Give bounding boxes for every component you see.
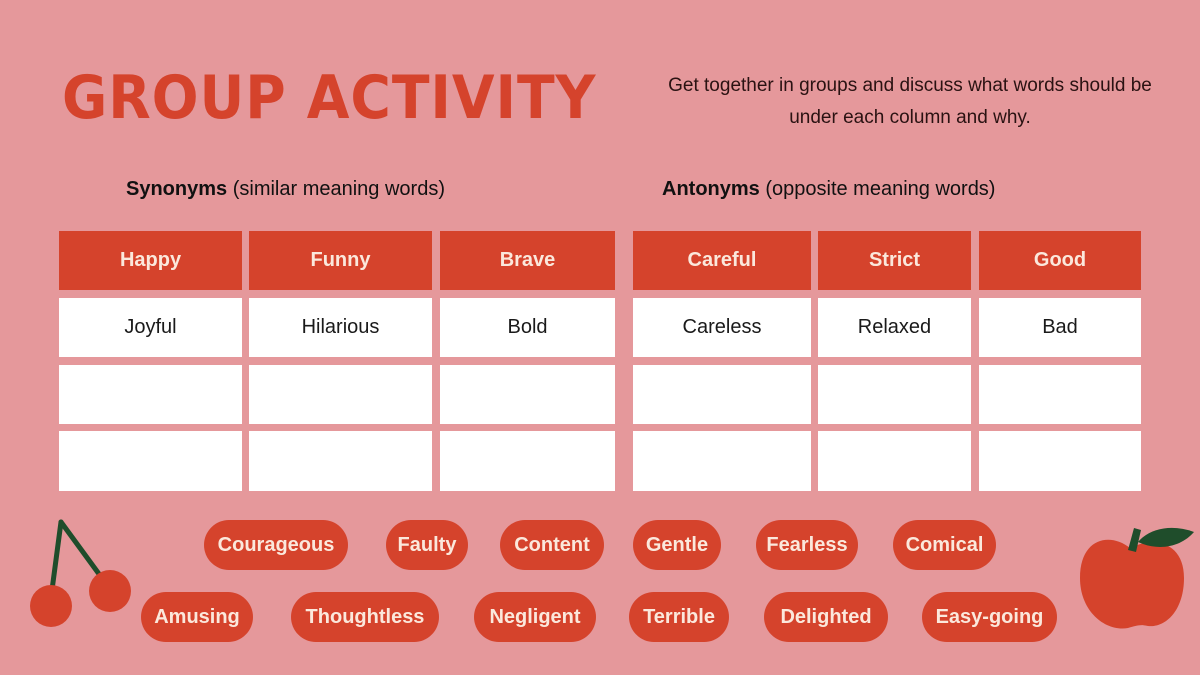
antonyms-cell[interactable]: Bad [979,298,1141,357]
word-chip[interactable]: Terrible [629,592,729,642]
antonyms-cell[interactable]: Careless [633,298,811,357]
synonyms-cell[interactable] [249,365,432,424]
word-chip[interactable]: Thoughtless [291,592,439,642]
antonyms-cell[interactable] [633,431,811,491]
synonyms-heading: Synonyms (similar meaning words) [126,178,445,201]
synonyms-header-cell: Funny [249,231,432,290]
word-chip[interactable]: Comical [893,520,996,570]
antonyms-header-cell: Careful [633,231,811,290]
antonyms-header-cell: Good [979,231,1141,290]
synonyms-cell[interactable]: Bold [440,298,615,357]
antonyms-cell[interactable] [633,365,811,424]
antonyms-heading-bold: Antonyms [662,178,760,200]
antonyms-heading: Antonyms (opposite meaning words) [662,178,995,201]
word-chip[interactable]: Courageous [204,520,348,570]
antonyms-cell[interactable] [818,365,971,424]
antonyms-header-cell: Strict [818,231,971,290]
synonyms-cell[interactable] [440,431,615,491]
synonyms-cell[interactable] [249,431,432,491]
antonyms-cell[interactable] [979,365,1141,424]
page-title: GROUP ACTIVITY [62,63,597,133]
antonyms-cell[interactable] [818,431,971,491]
apple-icon [1080,527,1194,629]
antonyms-cell[interactable]: Relaxed [818,298,971,357]
synonyms-header-cell: Happy [59,231,242,290]
word-chip[interactable]: Gentle [633,520,721,570]
synonyms-cell[interactable] [440,365,615,424]
instructions-text: Get together in groups and discuss what … [668,75,1152,128]
synonyms-cell[interactable] [59,365,242,424]
synonyms-cell[interactable]: Hilarious [249,298,432,357]
cherries-icon [30,519,131,627]
word-chip[interactable]: Content [500,520,604,570]
synonyms-heading-bold: Synonyms [126,178,228,200]
word-chip[interactable]: Delighted [764,592,888,642]
antonyms-heading-rest: (opposite meaning words) [759,178,996,200]
synonyms-cell[interactable] [59,431,242,491]
antonyms-cell[interactable] [979,431,1141,491]
word-chip[interactable]: Negligent [474,592,596,642]
synonyms-cell[interactable]: Joyful [59,298,242,357]
word-chip[interactable]: Faulty [386,520,468,570]
word-chip[interactable]: Fearless [756,520,858,570]
synonyms-header-cell: Brave [440,231,615,290]
synonyms-heading-rest: (similar meaning words) [227,178,445,200]
word-chip[interactable]: Easy-going [922,592,1057,642]
word-chip[interactable]: Amusing [141,592,253,642]
